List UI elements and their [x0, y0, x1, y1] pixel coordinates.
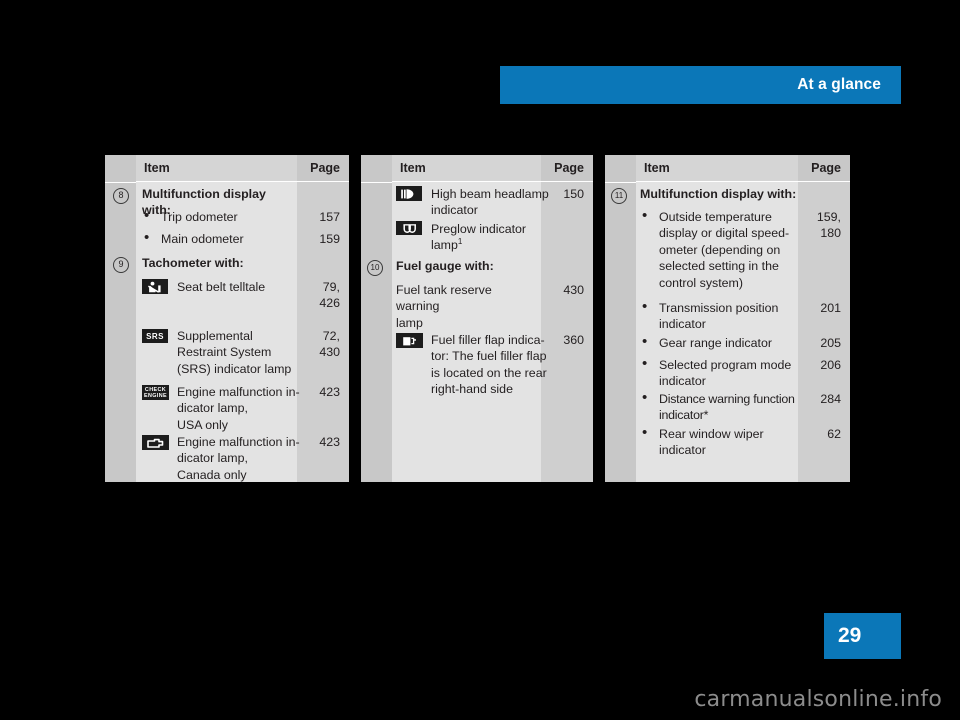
- table-1-page-value-5: 423: [319, 435, 340, 449]
- table-3-page-value-2: 205: [820, 336, 841, 350]
- table-2-item-label-1-text: Preglow indicator lamp: [431, 222, 527, 253]
- table-2-section-label-10: Fuel gauge with:: [396, 259, 494, 273]
- table-3-page-value-3: 206: [820, 358, 841, 372]
- page-header-bar: At a glance: [500, 66, 901, 104]
- table-3-marker-11: 11: [611, 188, 627, 204]
- fuel-filler-flap-icon: [396, 333, 423, 348]
- table-1-bullet-0: •: [144, 207, 150, 224]
- table-1-section-label-9: Tachometer with:: [142, 256, 244, 270]
- table-2-item-header: Item: [392, 155, 541, 182]
- high-beam-headlamp-icon: [396, 186, 422, 201]
- seat-belt-telltale-icon: [142, 279, 168, 294]
- table-3-bullet-1: •: [642, 298, 648, 315]
- table-3-page-value-1: 201: [820, 301, 841, 315]
- table-3-item-header: Item: [636, 155, 798, 182]
- table-1-marker-9: 9: [113, 257, 129, 273]
- table-2-item-label-2: Fuel tank reserve warning lamp: [396, 283, 492, 330]
- table-1-bullet-1: •: [144, 229, 150, 246]
- legend-table-1: Item Page 8 Multifunction display with: …: [105, 155, 349, 482]
- site-watermark: carmanualsonline.info: [694, 687, 942, 712]
- srs-indicator-icon: SRS: [142, 329, 168, 343]
- table-3-item-label-1: Transmission position indicator: [659, 301, 779, 332]
- table-1-page-value-0: 157: [319, 210, 340, 224]
- table-3-page-value-0: 159, 180: [816, 210, 841, 241]
- table-2-item-label-1: Preglow indicator lamp1: [431, 221, 549, 254]
- table-2-gutter-header: [361, 155, 392, 183]
- table-1-item-label-2: Seat belt telltale: [177, 280, 266, 294]
- table-3-item-label-4: Distance warning function indicator*: [659, 392, 795, 423]
- page-number-badge: 29: [824, 613, 901, 659]
- legend-table-2: Item Page High beam headlamp indicator 1…: [361, 155, 593, 482]
- table-3-item-label-5: Rear window wiper indicator: [659, 427, 764, 458]
- table-3-gutter-header: [605, 155, 636, 183]
- table-3-bullet-3: •: [642, 355, 648, 372]
- table-1-page-value-4: 423: [319, 385, 340, 399]
- table-1-page-header: Page: [297, 155, 349, 182]
- table-2-item-label-0: High beam headlamp indicator: [431, 187, 549, 218]
- table-1-item-header: Item: [136, 155, 297, 182]
- page-header-title: At a glance: [797, 76, 881, 93]
- table-3-section-label-11: Multifunction display with:: [640, 187, 797, 201]
- table-3-bullet-0: •: [642, 207, 648, 224]
- engine-outline-icon: [142, 435, 169, 450]
- table-1-item-label-1: Main odometer: [161, 232, 244, 246]
- table-3-bullet-4: •: [642, 389, 648, 406]
- check-engine-icon-text: CHECK ENGINE: [143, 386, 168, 399]
- table-1-page-value-3: 72, 430: [319, 329, 340, 360]
- table-1-marker-8: 8: [113, 188, 129, 204]
- table-2-marker-10: 10: [367, 260, 383, 276]
- table-2-page-value-0: 150: [563, 187, 584, 201]
- table-2-page-value-2: 430: [563, 283, 584, 297]
- table-2-page-header: Page: [541, 155, 593, 182]
- table-1-item-label-4: Engine malfunction in- dicator lamp, USA…: [177, 385, 300, 432]
- srs-icon-text: SRS: [146, 331, 164, 341]
- table-3-item-label-3: Selected program mode indicator: [659, 358, 792, 389]
- table-1-item-label-3: Supplemental Restraint System (SRS) indi…: [177, 329, 292, 376]
- table-3-bullet-5: •: [642, 424, 648, 441]
- table-1-item-label-0: Trip odometer: [161, 210, 238, 224]
- table-2-item-label-3: Fuel filler flap indica- tor: The fuel f…: [431, 333, 547, 397]
- table-3-item-label-0: Outside temperature display or digital s…: [659, 210, 790, 290]
- table-3-bullet-2: •: [642, 333, 648, 350]
- preglow-indicator-icon: [396, 221, 422, 235]
- table-3-page-header: Page: [798, 155, 850, 182]
- page-number-value: 29: [838, 624, 862, 647]
- legend-tables: Item Page 8 Multifunction display with: …: [105, 155, 863, 482]
- legend-table-3: Item Page 11 Multifunction display with:…: [605, 155, 850, 482]
- table-3-rows: 11 Multifunction display with: • Outside…: [605, 182, 850, 482]
- table-2-footnote-marker: 1: [457, 237, 463, 247]
- table-3-page-value-4: 284: [820, 392, 841, 406]
- table-1-page-value-2: 79, 426: [319, 280, 340, 311]
- table-2-rows: High beam headlamp indicator 150 Preglow…: [361, 182, 593, 482]
- check-engine-icon: CHECK ENGINE: [142, 385, 169, 400]
- table-1-page-value-1: 159: [319, 232, 340, 246]
- table-1-gutter-header: [105, 155, 136, 183]
- table-2-page-value-3: 360: [563, 333, 584, 347]
- table-1-item-label-5: Engine malfunction in- dicator lamp, Can…: [177, 435, 300, 482]
- table-3-page-value-5: 62: [827, 427, 841, 441]
- table-3-item-label-2: Gear range indicator: [659, 336, 772, 350]
- table-1-rows: 8 Multifunction display with: • Trip odo…: [105, 182, 349, 482]
